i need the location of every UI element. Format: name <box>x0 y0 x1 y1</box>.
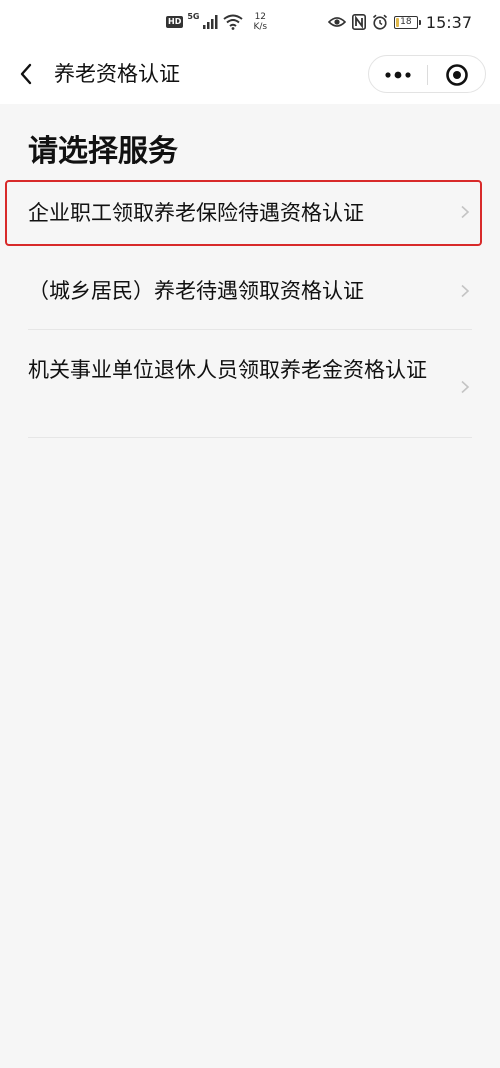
alarm-icon <box>372 14 387 30</box>
page-heading: 请选择服务 <box>28 134 178 169</box>
highlight-box <box>5 180 482 246</box>
back-arrow-icon <box>20 63 32 85</box>
target-close-icon <box>446 64 468 86</box>
signal-icon <box>203 15 218 29</box>
wifi-icon <box>223 14 244 30</box>
nav-title: 养老资格认证 <box>54 62 180 86</box>
nav-bar: 养老资格认证 <box>0 44 500 104</box>
close-button[interactable] <box>428 56 486 94</box>
net-speed-value: 12 <box>254 12 267 22</box>
service-item-label: （城乡居民）养老待遇领取资格认证 <box>28 279 364 303</box>
battery-fill <box>395 17 399 27</box>
chevron-right-icon <box>461 284 470 298</box>
status-left-group: HD 5G 12 K/s <box>166 10 267 34</box>
network-type-label: 5G <box>187 12 200 21</box>
eye-icon <box>327 17 346 27</box>
hd-badge: HD <box>166 16 184 28</box>
status-right-group: 18 15:37 <box>327 10 472 34</box>
chevron-right-icon <box>461 380 470 394</box>
back-button[interactable] <box>12 60 40 88</box>
net-speed: 12 K/s <box>253 12 267 32</box>
service-item-urban-rural-pension[interactable]: （城乡居民）养老待遇领取资格认证 <box>28 256 472 330</box>
status-bar: HD 5G 12 K/s 18 15:37 <box>0 0 500 44</box>
nfc-icon <box>351 14 366 30</box>
battery-level: 18 <box>400 16 412 27</box>
service-item-public-institution-pension[interactable]: 机关事业单位退休人员领取养老金资格认证 <box>28 344 472 438</box>
more-button[interactable] <box>369 56 427 94</box>
net-speed-unit: K/s <box>253 22 268 32</box>
service-item-label: 机关事业单位退休人员领取养老金资格认证 <box>28 358 427 382</box>
mini-program-capsule <box>368 55 486 93</box>
battery-icon: 18 <box>393 15 421 29</box>
clock: 15:37 <box>425 12 472 32</box>
more-dots-icon <box>385 71 411 79</box>
